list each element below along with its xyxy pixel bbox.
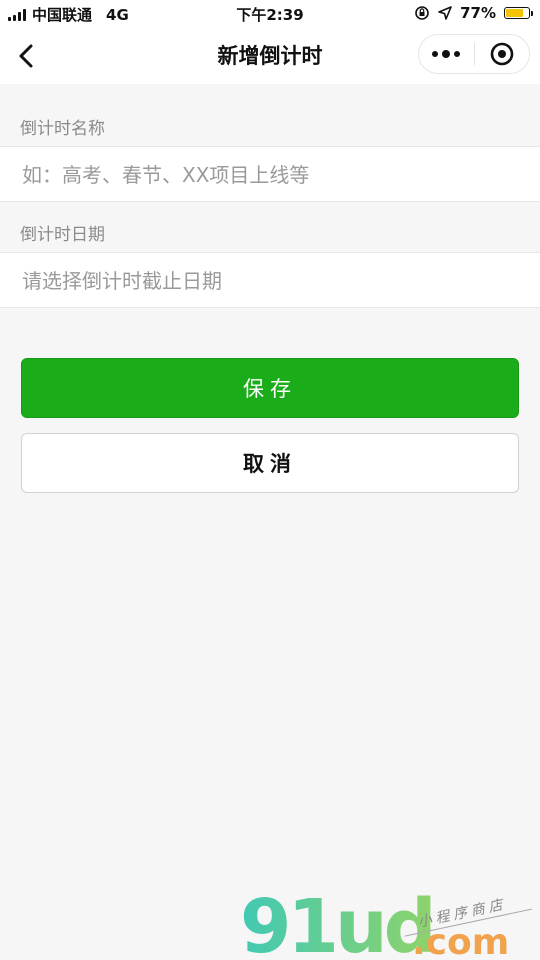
navigation-bar: 新增倒计时 (0, 28, 540, 84)
save-button-label: 保存 (243, 377, 297, 401)
menu-capsule (418, 34, 530, 74)
target-close-icon (490, 42, 514, 66)
countdown-name-input[interactable] (20, 147, 524, 203)
watermark-logo: 91ud .com 小程序商店 (240, 884, 532, 960)
more-dots-icon-end (454, 51, 461, 57)
battery-icon (504, 7, 533, 19)
cancel-button[interactable]: 取消 (21, 433, 519, 493)
countdown-date-label: 倒计时日期 (20, 225, 105, 245)
more-dots-icon (432, 51, 439, 57)
countdown-name-label: 倒计时名称 (20, 119, 105, 139)
battery-level (506, 9, 523, 17)
status-bar-right: 77% (414, 4, 533, 22)
status-bar: 中国联通 4G 下午2:39 77% (0, 0, 540, 28)
cancel-button-label: 取消 (243, 452, 297, 476)
save-button[interactable]: 保存 (21, 358, 519, 418)
countdown-date-cell (0, 252, 540, 309)
battery-percent: 77% (460, 4, 496, 22)
watermark-brand: 91ud (240, 884, 433, 960)
location-arrow-icon (438, 6, 452, 20)
countdown-name-cell (0, 146, 540, 203)
close-miniprogram-button[interactable] (475, 35, 530, 73)
more-button[interactable] (419, 35, 474, 73)
more-dots-icon-center (442, 50, 451, 58)
countdown-date-picker[interactable] (20, 253, 524, 309)
orientation-lock-icon (415, 6, 429, 20)
